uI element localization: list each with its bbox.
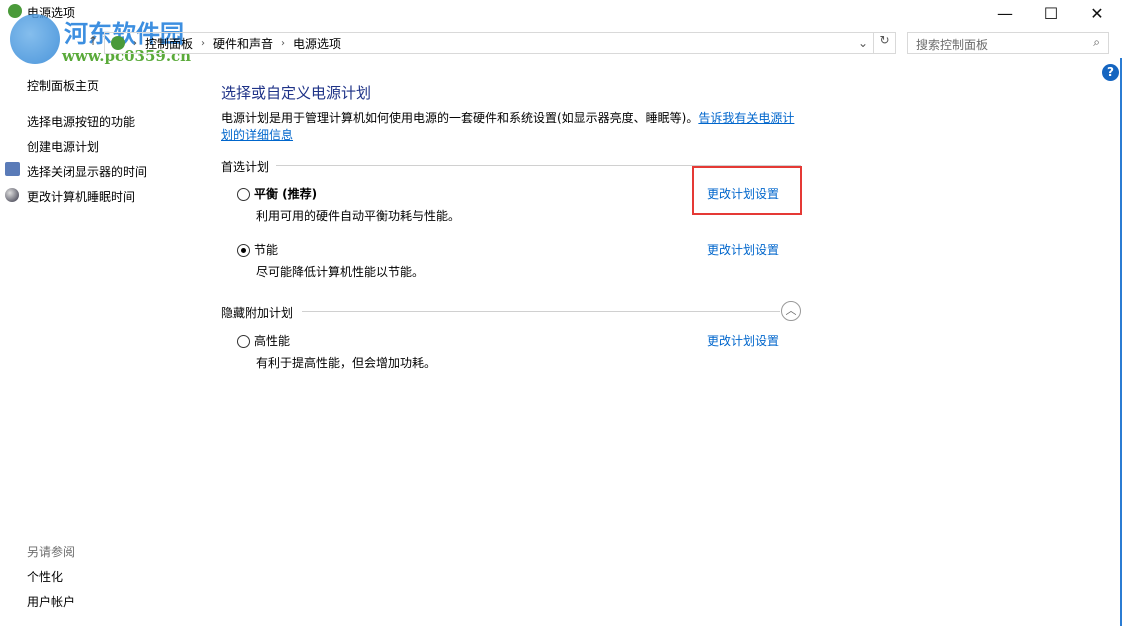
search-placeholder: 搜索控制面板 [916,38,988,52]
learn-more-link-cont[interactable]: 划的详细信息 [221,128,293,142]
sidebar-sleep-time[interactable]: 更改计算机睡眠时间 [27,188,135,205]
page-title: 选择或自定义电源计划 [221,82,371,103]
watermark-logo [10,14,60,64]
maximize-button[interactable]: ☐ [1028,0,1074,26]
plan-balanced-desc: 利用可用的硬件自动平衡功耗与性能。 [256,207,460,224]
search-icon[interactable]: ⌕ [1093,35,1100,50]
help-icon[interactable]: ? [1102,64,1119,81]
display-clock-icon [5,162,20,176]
breadcrumb-control-panel[interactable]: 控制面板 [145,35,193,52]
up-button[interactable]: ↑ [88,34,98,48]
plan-high-performance-desc: 有利于提高性能，但会增加功耗。 [256,354,436,371]
sidebar-personalization[interactable]: 个性化 [27,568,63,585]
preferred-plans-header: 首选计划 [221,158,269,175]
change-plan-settings-balanced[interactable]: 更改计划设置 [707,185,779,202]
page-description: 电源计划是用于管理计算机如何使用电源的一套硬件和系统设置(如显示器亮度、睡眠等)… [221,110,801,144]
plan-power-saver-radio[interactable] [237,244,250,257]
see-also-label: 另请参阅 [27,543,75,560]
plan-high-performance-name[interactable]: 高性能 [254,332,290,349]
sidebar-create-plan[interactable]: 创建电源计划 [27,138,99,155]
sleep-moon-icon [5,188,19,202]
divider [302,311,780,312]
power-options-icon [8,4,22,18]
change-plan-settings-high-performance[interactable]: 更改计划设置 [707,332,779,349]
learn-more-link[interactable]: 告诉我有关电源计 [698,111,794,125]
search-input[interactable]: 搜索控制面板 ⌕ [907,32,1109,54]
sidebar-display-off[interactable]: 选择关闭显示器的时间 [27,163,147,180]
plan-balanced-radio[interactable] [237,188,250,201]
plan-balanced-name[interactable]: 平衡 (推荐) [254,185,317,202]
plan-high-performance-radio[interactable] [237,335,250,348]
refresh-button[interactable]: ↻ [873,33,895,53]
hidden-plans-header: 隐藏附加计划 [221,304,293,321]
description-text: 电源计划是用于管理计算机如何使用电源的一套硬件和系统设置(如显示器亮度、睡眠等)… [221,111,698,125]
minimize-button[interactable]: — [982,0,1028,26]
address-bar[interactable]: ›控制面板 ›硬件和声音 ›电源选项 ⌄ ↻ [104,32,896,54]
breadcrumb-hardware-sound[interactable]: 硬件和声音 [213,35,273,52]
collapse-chevron-icon[interactable]: ︿ [781,301,801,321]
sidebar-power-buttons[interactable]: 选择电源按钮的功能 [27,113,135,130]
close-button[interactable]: ✕ [1074,0,1120,26]
control-panel-icon [111,36,125,50]
sidebar-user-accounts[interactable]: 用户帐户 [27,593,75,610]
breadcrumb-power-options[interactable]: 电源选项 [293,35,341,52]
sidebar-home[interactable]: 控制面板主页 [27,77,99,94]
plan-power-saver-name[interactable]: 节能 [254,241,278,258]
change-plan-settings-power-saver[interactable]: 更改计划设置 [707,241,779,258]
plan-power-saver-desc: 尽可能降低计算机性能以节能。 [256,263,424,280]
address-dropdown[interactable]: ⌄ [853,36,873,50]
